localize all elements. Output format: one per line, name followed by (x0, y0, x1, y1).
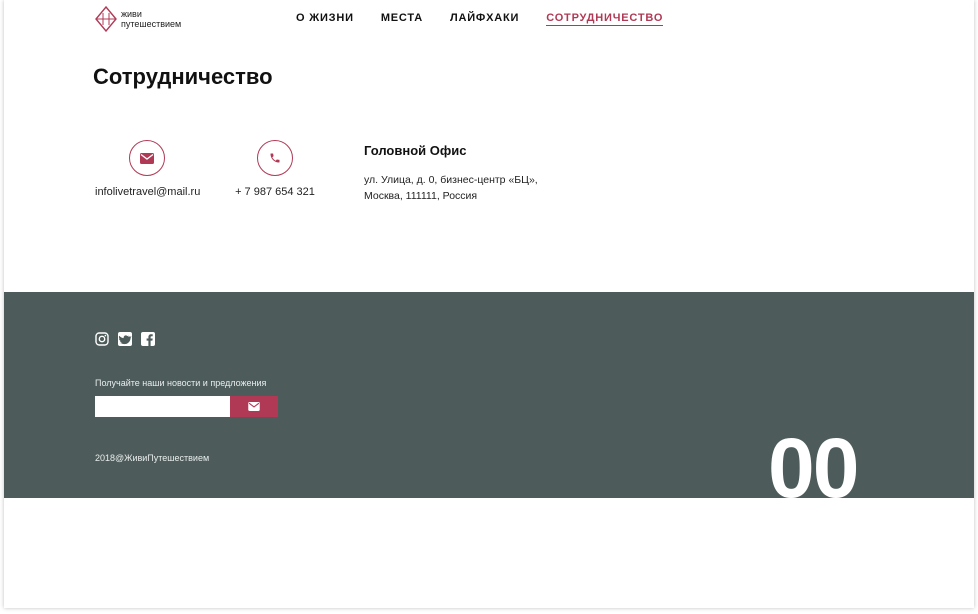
email-text[interactable]: infolivetravel@mail.ru (95, 186, 200, 198)
logo-line2: путешествием (121, 19, 182, 29)
facebook-icon[interactable] (141, 332, 155, 346)
phone-contact: + 7 987 654 321 (232, 140, 318, 198)
logo-text: живи путешествием (121, 9, 181, 29)
main-nav: О ЖИЗНИ МЕСТА ЛАЙФХАКИ СОТРУДНИЧЕСТВО (296, 12, 690, 26)
office-address: ул. Улица, д. 0, бизнес-центр «БЦ», Моск… (364, 172, 538, 204)
nav-item-lifehacks[interactable]: ЛАЙФХАКИ (450, 12, 519, 26)
envelope-icon (248, 402, 260, 411)
nav-item-life[interactable]: О ЖИЗНИ (296, 12, 354, 26)
instagram-icon[interactable] (95, 332, 109, 346)
email-circle[interactable] (129, 140, 165, 176)
office-address-line2: Москва, 111111, Россия (364, 190, 478, 202)
logo-line1: живи (121, 9, 142, 19)
logo[interactable]: живи путешествием (95, 6, 181, 32)
nav-item-places[interactable]: МЕСТА (381, 12, 423, 26)
nav-item-cooperation[interactable]: СОТРУДНИЧЕСТВО (546, 12, 664, 26)
page-title: Сотрудничество (93, 64, 273, 89)
social-links (95, 332, 164, 346)
office-address-line1: ул. Улица, д. 0, бизнес-центр «БЦ», (364, 174, 538, 186)
copyright-text: 2018@ЖивиПутешествием (95, 453, 210, 463)
phone-text[interactable]: + 7 987 654 321 (232, 186, 318, 198)
logo-diamond-icon (95, 6, 117, 32)
phone-icon (270, 153, 280, 163)
subscribe-email-input[interactable] (95, 396, 230, 417)
footer: Получайте наши новости и предложения 201… (4, 292, 974, 498)
phone-circle[interactable] (257, 140, 293, 176)
envelope-icon (140, 152, 154, 164)
office-title: Головной Офис (364, 143, 467, 158)
page-frame: живи путешествием О ЖИЗНИ МЕСТА ЛАЙФХАКИ… (4, 0, 974, 608)
subscribe-label: Получайте наши новости и предложения (95, 378, 267, 388)
footer-big-number: 00 (768, 421, 859, 498)
twitter-icon[interactable] (118, 332, 132, 346)
subscribe-button[interactable] (230, 396, 278, 417)
email-contact: infolivetravel@mail.ru (95, 140, 200, 198)
office-block: Головной Офис ул. Улица, д. 0, бизнес-це… (364, 143, 538, 204)
